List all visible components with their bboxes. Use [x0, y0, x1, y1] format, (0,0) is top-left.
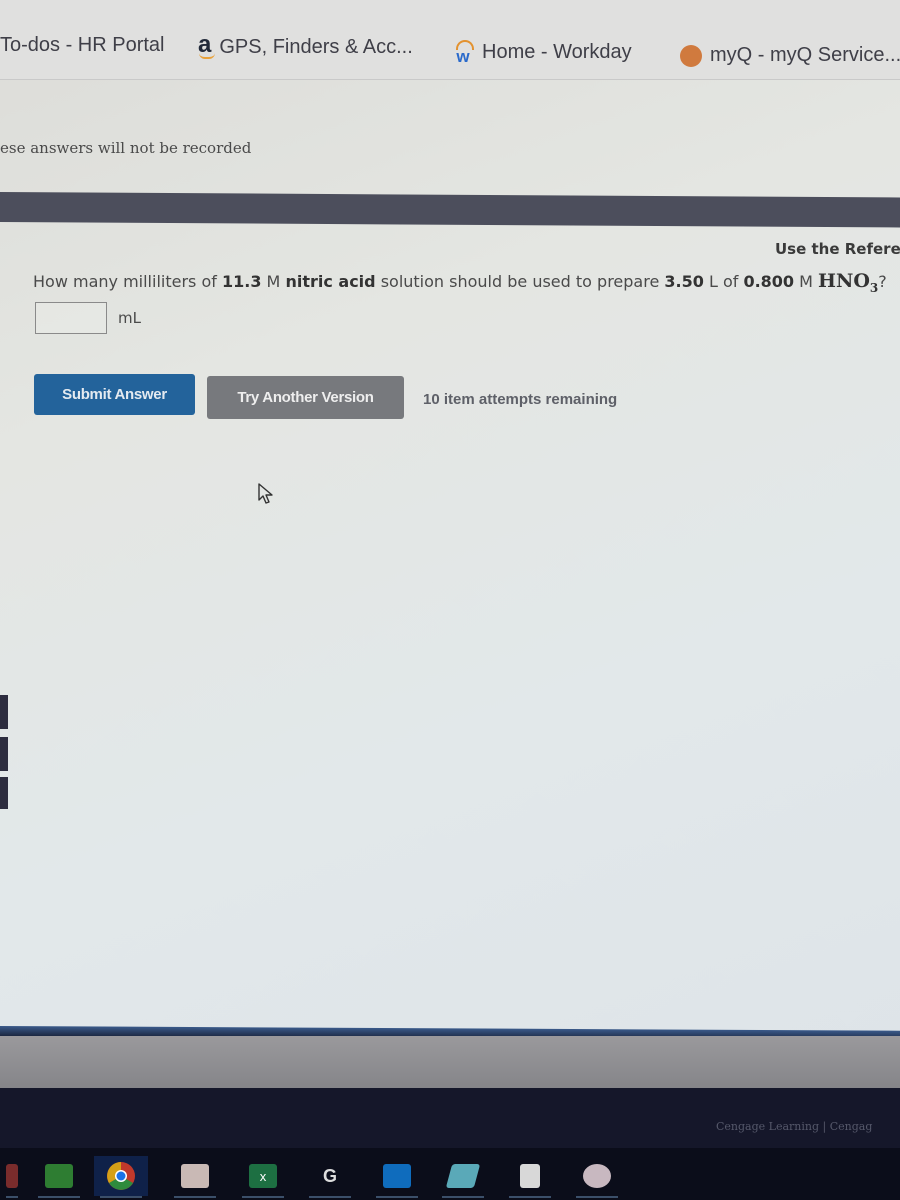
- document-icon: [520, 1164, 540, 1188]
- footer-copyright: Cengage Learning | Cengag: [716, 1120, 873, 1133]
- question-header-bar: [0, 192, 900, 228]
- outlook-icon: [383, 1164, 411, 1188]
- volume-unit: L of: [703, 272, 744, 291]
- formula-main: HNO: [818, 270, 870, 292]
- question-middle: solution should be used to prepare: [375, 272, 665, 291]
- answer-unit-label: mL: [118, 309, 141, 327]
- side-tab[interactable]: [0, 737, 8, 771]
- taskbar-app-teams[interactable]: [32, 1156, 86, 1198]
- answer-input[interactable]: [35, 302, 107, 334]
- stock-concentration: 11.3: [221, 272, 262, 291]
- taskbar-app-flower[interactable]: [168, 1156, 222, 1198]
- snipping-tool-icon: [583, 1164, 611, 1188]
- app-icon: [6, 1164, 18, 1188]
- target-volume: 3.50: [664, 272, 704, 291]
- taskbar-app-document[interactable]: [503, 1156, 557, 1198]
- submit-answer-button[interactable]: Submit Answer: [34, 374, 195, 415]
- question-prefix: How many milliliters of: [33, 272, 222, 291]
- flower-icon: [181, 1164, 209, 1188]
- taskbar-app-notes[interactable]: [436, 1156, 490, 1198]
- side-tab[interactable]: [0, 695, 8, 729]
- chrome-icon: [107, 1162, 135, 1190]
- bookmark-label: To-dos - HR Portal: [0, 34, 165, 56]
- practice-notice: ese answers will not be recorded: [0, 139, 252, 157]
- page-footer-band: [0, 1036, 900, 1088]
- reference-link[interactable]: Use the Referen: [775, 240, 900, 258]
- taskbar-app-snipping[interactable]: [570, 1156, 624, 1198]
- bookmark-myq[interactable]: myQ - myQ Service...: [680, 44, 900, 67]
- page-footer: [0, 1088, 900, 1148]
- bookmark-label: Home - Workday: [482, 40, 632, 63]
- bookmark-workday[interactable]: w Home - Workday: [452, 40, 632, 66]
- try-another-version-button[interactable]: Try Another Version: [207, 376, 404, 419]
- molarity-unit: M: [794, 272, 819, 291]
- workday-icon: w: [452, 40, 474, 66]
- taskbar-app-chrome[interactable]: [94, 1156, 148, 1198]
- question-text: How many milliliters of 11.3 M nitric ac…: [33, 270, 887, 295]
- taskbar-app-outlook[interactable]: [370, 1156, 424, 1198]
- notebook-icon: [445, 1164, 481, 1188]
- bookmarks-bar: To-dos - HR Portal a GPS, Finders & Acc.…: [0, 0, 900, 80]
- solute-name: nitric acid: [285, 272, 376, 291]
- target-concentration: 0.800: [743, 272, 795, 291]
- taskbar-app-excel[interactable]: x: [236, 1156, 290, 1198]
- molarity-unit: M: [261, 272, 286, 291]
- taskbar-app-logitech[interactable]: G: [303, 1156, 357, 1198]
- excel-icon: x: [249, 1164, 277, 1188]
- attempts-remaining: 10 item attempts remaining: [423, 391, 618, 408]
- taskbar-app-partial[interactable]: [0, 1156, 24, 1198]
- bookmark-label: GPS, Finders & Acc...: [219, 35, 413, 58]
- question-suffix: ?: [878, 272, 887, 291]
- bookmark-amazon[interactable]: a GPS, Finders & Acc...: [198, 31, 413, 59]
- side-tab[interactable]: [0, 777, 8, 809]
- chemical-formula: HNO3: [818, 270, 878, 295]
- bookmark-label: myQ - myQ Service...: [710, 44, 900, 66]
- bookmark-hr-portal[interactable]: To-dos - HR Portal: [0, 34, 165, 57]
- logitech-icon: G: [322, 1165, 337, 1186]
- mouse-cursor-icon: [258, 483, 273, 504]
- taskbar: x G: [0, 1148, 900, 1200]
- amazon-icon: a: [198, 31, 216, 59]
- chat-icon: [45, 1164, 73, 1188]
- myq-icon: [680, 44, 702, 67]
